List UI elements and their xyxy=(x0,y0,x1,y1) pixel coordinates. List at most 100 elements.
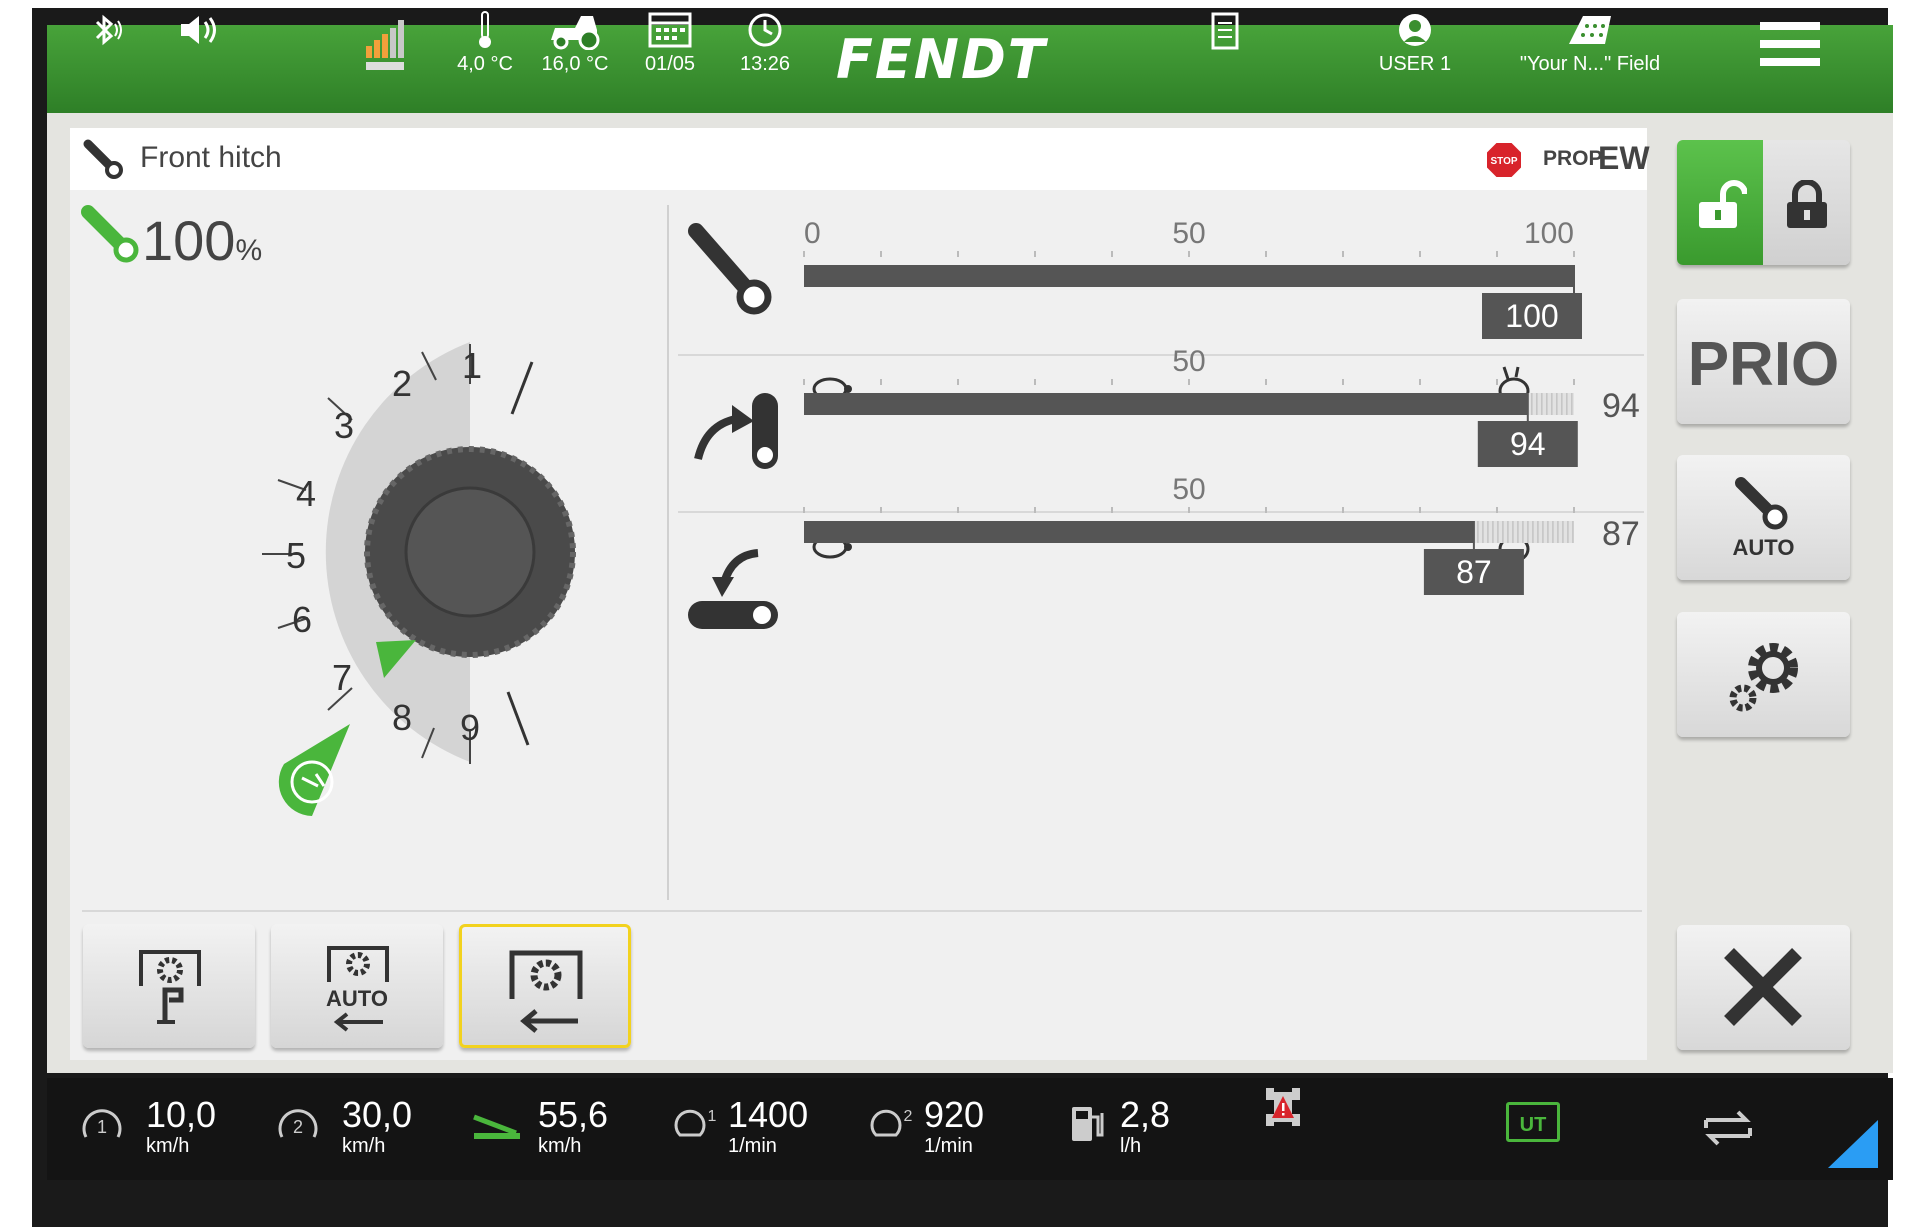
slider-area: 050100100509494%508787% xyxy=(678,217,1654,629)
rpm2-value: 920 xyxy=(924,1094,985,1135)
hitch-icon xyxy=(83,139,123,179)
lift-speed-icon xyxy=(694,393,778,469)
speed1-unit: km/h xyxy=(146,1135,190,1157)
transport-mode-marker[interactable] xyxy=(272,720,352,820)
fuel-value: 2,8 xyxy=(1120,1094,1171,1135)
slider-tick-label: 50 xyxy=(1172,217,1205,250)
dial-label-9: 9 xyxy=(460,707,480,748)
menu-icon[interactable] xyxy=(1755,0,1825,88)
outside-temperature: 4,0 °C xyxy=(450,0,520,88)
gear-flag-icon xyxy=(139,950,201,1024)
actual-speed-value: 55,6 xyxy=(538,1094,609,1135)
rpm2-unit: 1/min xyxy=(924,1135,973,1157)
unlock-button[interactable] xyxy=(1677,140,1763,265)
engine-rpm-1-icon: 1 xyxy=(674,1108,717,1137)
slider-value-label: 100 xyxy=(1505,298,1558,334)
gears-icon xyxy=(1729,643,1798,712)
slider-fill xyxy=(804,393,1528,415)
speed-ramp-icon xyxy=(473,1114,520,1139)
lock-icon xyxy=(1787,180,1827,228)
slider-value-label: 94 xyxy=(1510,426,1546,462)
field-label: "Your N..." Field xyxy=(1519,53,1661,75)
auto-hitch-button[interactable]: AUTO xyxy=(1677,455,1850,580)
speedometer-2-icon: 2 xyxy=(278,1109,318,1138)
speed-preset-2[interactable]: 2 30,0 km/h xyxy=(276,1095,412,1157)
position-value: 100 xyxy=(142,209,236,272)
panel-title-bar xyxy=(70,128,1647,190)
slider-position[interactable]: 0 50 100 100 xyxy=(803,217,1582,339)
date-label: 01/05 xyxy=(644,53,696,75)
svg-text:1: 1 xyxy=(97,1117,107,1137)
speed1-value: 10,0 xyxy=(146,1094,217,1135)
settings-button[interactable] xyxy=(1677,612,1850,737)
position-readout: 100% xyxy=(142,208,262,273)
gear-icon xyxy=(509,950,583,999)
close-icon xyxy=(1724,948,1802,1026)
speed2-value: 30,0 xyxy=(342,1094,413,1135)
prio-button[interactable]: PRIO xyxy=(1677,299,1850,424)
outside-temp-label: 4,0 °C xyxy=(457,53,513,75)
stop-label: STOP xyxy=(1490,156,1517,167)
lower-limit-mark xyxy=(506,691,530,746)
svg-text:2: 2 xyxy=(904,1108,913,1125)
bluetooth-icon[interactable] xyxy=(80,0,130,88)
panel-title: Front hitch xyxy=(140,141,282,174)
fendt-logo: FENDT xyxy=(836,28,1047,91)
prop-label: PROP xyxy=(1543,147,1603,170)
stop-icon: STOP xyxy=(1485,141,1523,179)
field-button[interactable]: "Your N..." Field xyxy=(1505,0,1675,88)
auto-label: AUTO xyxy=(1732,535,1795,560)
dial-label-1: 1 xyxy=(462,345,482,386)
volume-icon[interactable] xyxy=(170,0,230,88)
oil-temperature: 16,0 °C xyxy=(535,0,615,88)
speed-preset-1[interactable]: 1 10,0 km/h xyxy=(80,1095,216,1157)
slider-fill xyxy=(804,265,1574,287)
panel-divider xyxy=(667,205,669,900)
rpm-preset-1[interactable]: 1 1400 1/min xyxy=(670,1095,808,1157)
slider-tick-label: 50 xyxy=(1172,345,1205,378)
dial-label-5: 5 xyxy=(286,535,306,576)
position-unit: % xyxy=(235,234,263,267)
tractor-warning-icon[interactable] xyxy=(1262,1084,1304,1130)
rpm-preset-2[interactable]: 2 920 1/min xyxy=(866,1095,984,1157)
calendar-icon: 01/05 xyxy=(635,0,705,88)
dial-knob[interactable] xyxy=(364,446,576,658)
dial-label-3: 3 xyxy=(334,405,354,446)
slider-tick-label: 100 xyxy=(1524,217,1574,250)
fuel-pump-icon xyxy=(1072,1107,1104,1141)
close-button[interactable] xyxy=(1677,925,1850,1050)
return-to-settings-button[interactable] xyxy=(459,924,631,1048)
ut-label: UT xyxy=(1519,1114,1547,1136)
clock-icon: 13:26 xyxy=(730,0,800,88)
hitch-green-icon xyxy=(81,205,139,263)
slider-value-label: 87 xyxy=(1456,554,1492,590)
svg-text:2: 2 xyxy=(293,1117,303,1137)
actual-speed-unit: km/h xyxy=(538,1135,582,1157)
slider-lower-speed[interactable]: 508787% xyxy=(803,473,1654,595)
dial-label-6: 6 xyxy=(292,599,312,640)
slider-lift-speed[interactable]: 509494% xyxy=(803,345,1654,467)
slider-percent-readout: 94 xyxy=(1602,387,1640,425)
arrow-left-icon xyxy=(520,1009,578,1033)
slider-fill xyxy=(804,521,1474,543)
slider-percent-readout: 87 xyxy=(1602,515,1640,553)
switch-view-icon[interactable] xyxy=(1700,1106,1756,1150)
ew-label: EW xyxy=(1598,140,1650,176)
user-button[interactable]: USER 1 xyxy=(1365,0,1465,88)
corner-triangle-icon[interactable] xyxy=(1828,1120,1878,1168)
dial-label-4: 4 xyxy=(296,473,316,514)
slider-tick-label: 50 xyxy=(1172,473,1205,506)
bottom-separator xyxy=(82,910,1642,912)
document-icon[interactable] xyxy=(1195,0,1255,88)
time-label: 13:26 xyxy=(739,53,791,75)
dial-label-2: 2 xyxy=(392,363,412,404)
lower-speed-icon xyxy=(688,549,778,629)
arrow-left-icon xyxy=(333,1012,383,1032)
unlock-icon xyxy=(1699,180,1747,228)
ut-button[interactable]: UT xyxy=(1506,1102,1560,1142)
setting-position-button[interactable] xyxy=(83,924,255,1048)
prio-label: PRIO xyxy=(1687,330,1840,399)
upper-limit-mark xyxy=(510,361,534,415)
lock-toggle[interactable] xyxy=(1677,140,1850,265)
auto-return-button[interactable]: AUTO xyxy=(271,924,443,1048)
